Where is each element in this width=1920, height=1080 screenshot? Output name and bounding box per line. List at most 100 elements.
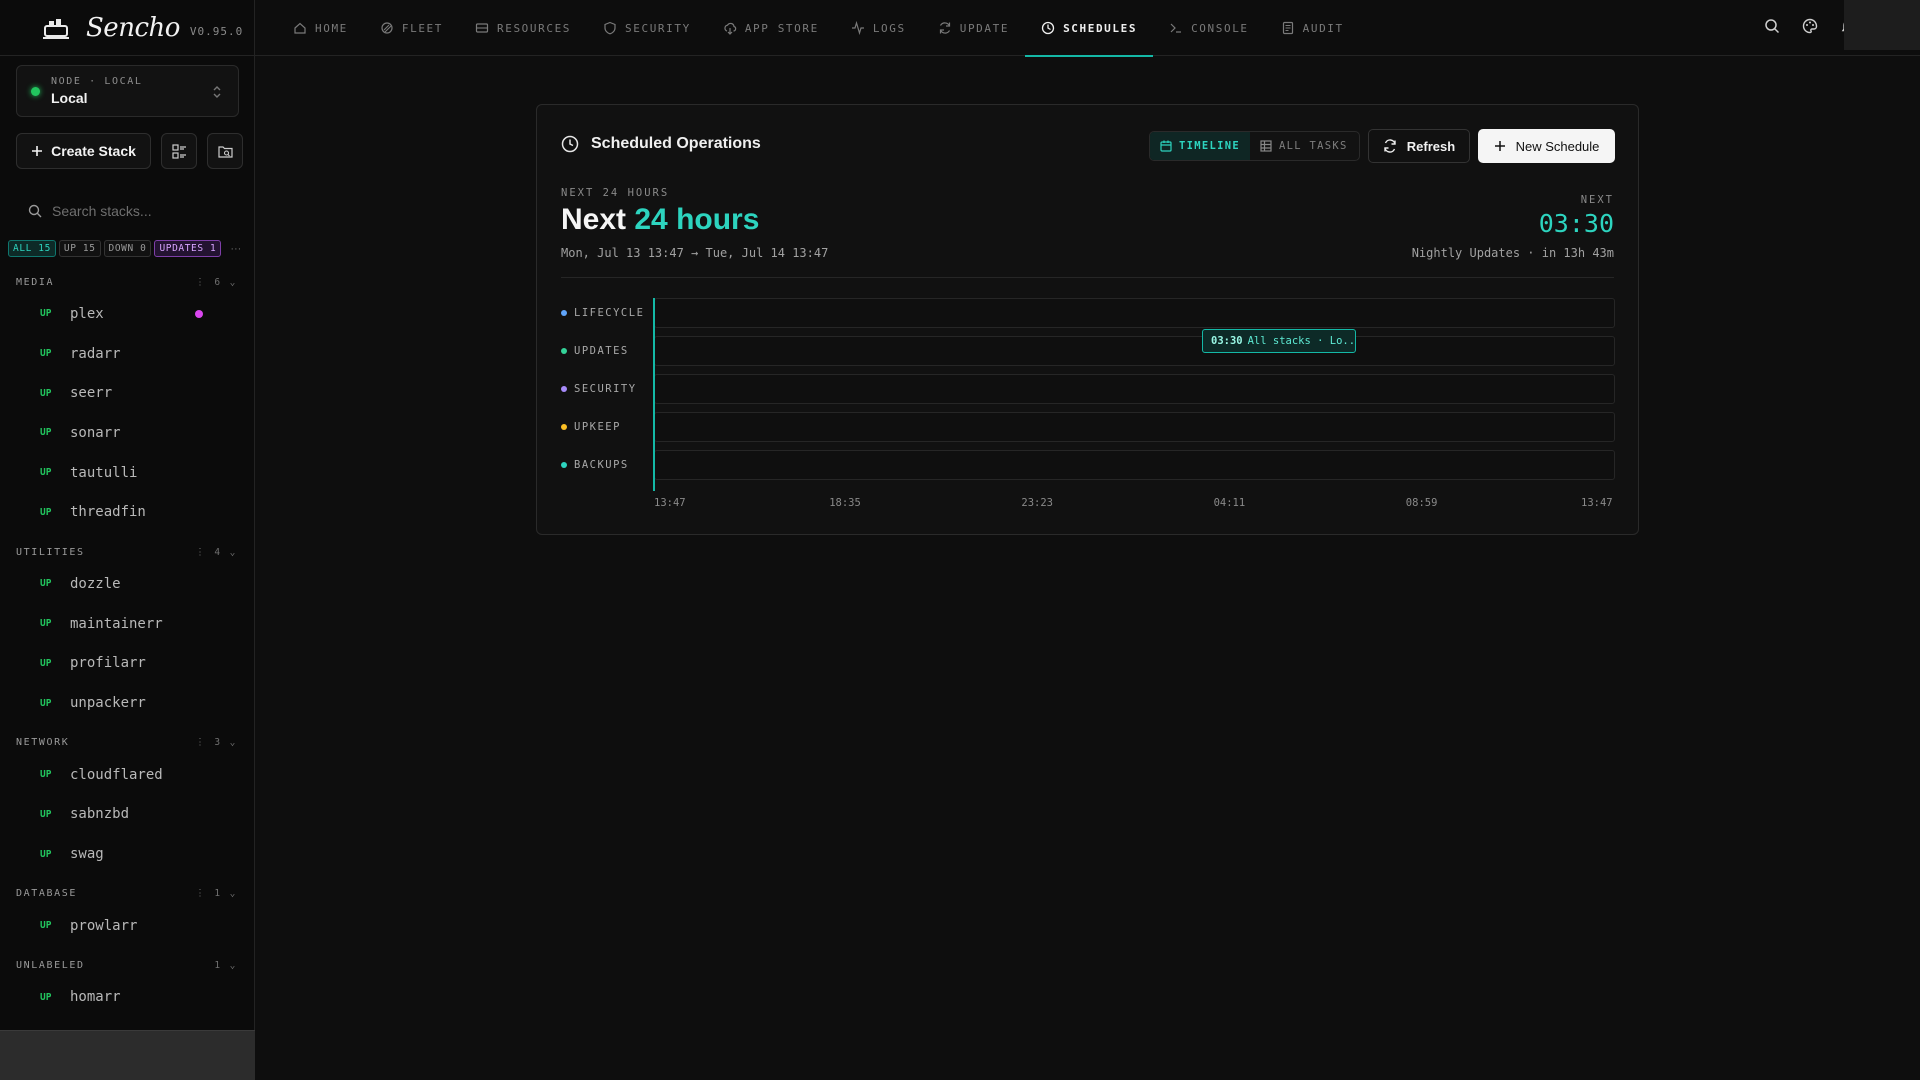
headline-prefix: Next: [561, 203, 627, 236]
group-header-media[interactable]: MEDIA ⋮ 6 ⌄: [0, 270, 255, 294]
lane-track-updates[interactable]: [654, 336, 1615, 366]
refresh-button[interactable]: Refresh: [1368, 129, 1470, 163]
lane-track-backups[interactable]: [654, 450, 1615, 480]
create-stack-label: Create Stack: [51, 143, 136, 159]
node-kicker: NODE · LOCAL: [51, 76, 143, 87]
tab-label: SCHEDULES: [1063, 21, 1138, 35]
tab-label: FLEET: [401, 21, 444, 35]
stack-name: unpackerr: [70, 695, 146, 712]
chevron-down-icon[interactable]: ⌄: [230, 547, 237, 558]
group-header-unlabeled[interactable]: UNLABELED 1 ⌄: [0, 954, 255, 978]
stack-status: UP: [40, 920, 52, 932]
stack-status: UP: [40, 506, 52, 518]
view-all-tasks-button[interactable]: ALL TASKS: [1250, 132, 1358, 160]
palette-icon[interactable]: [1802, 18, 1818, 34]
next-kicker: NEXT: [1580, 194, 1614, 206]
stack-item-profilarr[interactable]: UP profilarr: [0, 644, 255, 684]
filter-up[interactable]: UP 15: [58, 240, 101, 257]
list-view-button[interactable]: [161, 133, 197, 169]
tab-label: CONSOLE: [1191, 21, 1249, 35]
more-vertical-icon[interactable]: ⋮: [195, 547, 206, 558]
filter-all[interactable]: ALL 15: [8, 240, 56, 257]
filter-down[interactable]: DOWN 0: [103, 240, 152, 257]
lane-label-text: UPDATES: [574, 345, 629, 357]
view-toggle: TIMELINE ALL TASKS: [1149, 131, 1360, 161]
chevron-down-icon[interactable]: ⌄: [230, 277, 237, 288]
node-status-dot: [31, 86, 40, 96]
axis-tick-label: 13:47: [654, 497, 686, 509]
stack-item-dozzle[interactable]: UP dozzle: [0, 564, 255, 604]
stack-list: MEDIA ⋮ 6 ⌄ UP plex UP radarr UP seerr UP sonarr UP t…: [0, 270, 255, 1020]
card-title-text: Scheduled Operations: [591, 135, 761, 152]
stack-status: UP: [40, 991, 52, 1003]
stack-item-unpackerr[interactable]: UP unpackerr: [0, 683, 255, 723]
lane-label-updates: UPDATES: [561, 345, 629, 357]
view-all-tasks-label: ALL TASKS: [1278, 140, 1348, 152]
group-header-network[interactable]: NETWORK ⋮ 3 ⌄: [0, 731, 255, 755]
terminal-icon: [1170, 23, 1182, 33]
list-icon: [171, 143, 186, 159]
group-meta: ⋮ 6 ⌄: [195, 277, 237, 288]
stack-name: homarr: [70, 989, 121, 1006]
stack-name: tautulli: [70, 464, 138, 481]
tab-fleet[interactable]: FLEET: [364, 0, 459, 56]
stack-name: seerr: [70, 385, 113, 402]
resources-icon: [475, 23, 489, 33]
tab-audit[interactable]: AUDIT: [1265, 0, 1360, 56]
timeline-event-nightly-updates[interactable]: 03:30 All stacks · Lo...: [1202, 329, 1356, 353]
divider: [561, 277, 1614, 278]
tab-update[interactable]: UPDATE: [922, 0, 1025, 56]
stack-item-seerr[interactable]: UP seerr: [0, 373, 255, 413]
chevron-down-icon[interactable]: ⌄: [230, 888, 237, 899]
stack-item-radarr[interactable]: UP radarr: [0, 334, 255, 374]
stack-item-tautulli[interactable]: UP tautulli: [0, 453, 255, 493]
tab-resources[interactable]: RESOURCES: [459, 0, 587, 56]
tab-app-store[interactable]: APP STORE: [707, 0, 835, 56]
stack-item-plex[interactable]: UP plex: [0, 294, 255, 334]
node-selector[interactable]: NODE · LOCAL Local: [16, 65, 239, 117]
lane-track-upkeep[interactable]: [654, 412, 1615, 442]
stack-status: UP: [40, 427, 52, 439]
group-name: MEDIA: [16, 276, 55, 288]
axis-tick-label: 18:35: [829, 497, 861, 509]
more-vertical-icon[interactable]: ⋮: [195, 888, 206, 899]
tab-schedules[interactable]: SCHEDULES: [1025, 0, 1154, 57]
lane-track-security[interactable]: [654, 374, 1615, 404]
group-count: 6: [214, 276, 222, 288]
logo-icon: [43, 19, 69, 39]
filter-updates[interactable]: UPDATES 1: [154, 240, 222, 257]
stack-item-sonarr[interactable]: UP sonarr: [0, 413, 255, 453]
more-vertical-icon[interactable]: ⋮: [195, 737, 206, 748]
lane-track-lifecycle[interactable]: [654, 298, 1615, 328]
stack-item-swag[interactable]: UP swag: [0, 834, 255, 874]
chevron-down-icon[interactable]: ⌄: [230, 960, 237, 971]
more-vertical-icon[interactable]: ⋮: [195, 277, 206, 288]
event-time: 03:30: [1211, 335, 1243, 347]
tab-home[interactable]: HOME: [277, 0, 364, 56]
lane-label-text: SECURITY: [574, 383, 637, 395]
search-icon[interactable]: [1764, 18, 1780, 34]
view-timeline-button[interactable]: TIMELINE: [1150, 132, 1250, 160]
stack-status: UP: [40, 578, 52, 590]
chevron-down-icon[interactable]: ⌄: [230, 737, 237, 748]
tab-logs[interactable]: LOGS: [835, 0, 922, 56]
stack-item-maintainerr[interactable]: UP maintainerr: [0, 604, 255, 644]
stack-item-threadfin[interactable]: UP threadfin: [0, 492, 255, 532]
create-stack-button[interactable]: Create Stack: [16, 133, 151, 169]
folder-button[interactable]: [207, 133, 243, 169]
tab-console[interactable]: CONSOLE: [1153, 0, 1265, 56]
axis-tick-label: 04:11: [1213, 497, 1246, 509]
stack-item-homarr[interactable]: UP homarr: [0, 978, 255, 1018]
stack-item-cloudflared[interactable]: UP cloudflared: [0, 755, 255, 795]
brand[interactable]: Sencho V0.95.0: [0, 0, 254, 56]
sidebar: Sencho V0.95.0 NODE · LOCAL Local Create…: [0, 0, 255, 1080]
group-header-utilities[interactable]: UTILITIES ⋮ 4 ⌄: [0, 540, 255, 564]
group-header-database[interactable]: DATABASE ⋮ 1 ⌄: [0, 882, 255, 906]
filter-more[interactable]: ···: [230, 243, 241, 255]
stack-item-prowlarr[interactable]: UP prowlarr: [0, 906, 255, 946]
lane-label-text: UPKEEP: [574, 421, 621, 433]
stack-item-sabnzbd[interactable]: UP sabnzbd: [0, 795, 255, 835]
new-schedule-button[interactable]: New Schedule: [1478, 129, 1615, 163]
stack-search[interactable]: Search stacks...: [16, 196, 239, 226]
tab-security[interactable]: SECURITY: [587, 0, 707, 56]
